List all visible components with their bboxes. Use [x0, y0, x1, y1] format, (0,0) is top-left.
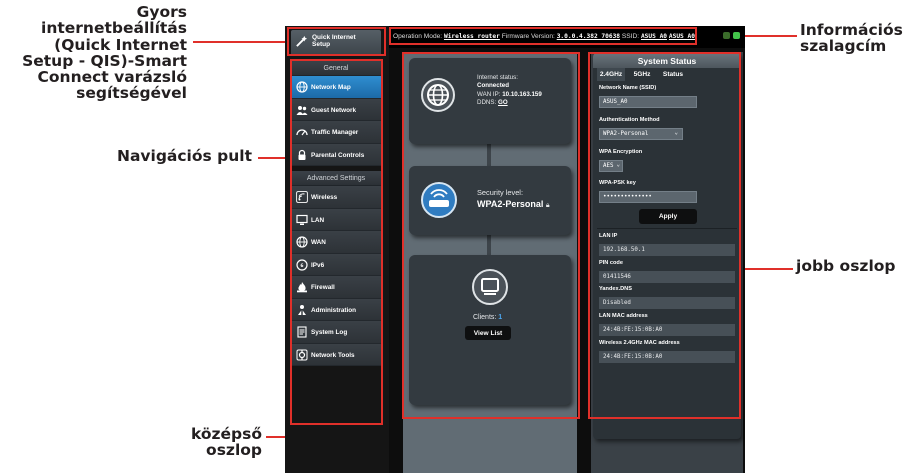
- annotation-info: Információs szalagcím: [800, 22, 903, 55]
- network-status-icon[interactable]: [733, 32, 740, 39]
- highlight-center-column: [402, 52, 580, 419]
- highlight-qis: [287, 27, 386, 56]
- annotation-center-line: oszlop: [206, 441, 262, 460]
- annotation-qis-line: Connect varázsló: [37, 68, 187, 87]
- leader-qis: [193, 41, 287, 43]
- highlight-info-banner: [389, 27, 697, 45]
- leader-nav: [258, 157, 288, 159]
- highlight-navigation: [290, 59, 383, 425]
- annotation-qis-line: segítségével: [76, 84, 187, 103]
- annotation-center-line: középső: [190, 425, 262, 443]
- annotation-qis-line: Gyors: [136, 3, 187, 21]
- usb-status-icon[interactable]: [723, 32, 730, 39]
- annotation-qis-line: Setup - QIS)-Smart: [22, 51, 187, 70]
- annotation-info-line: szalagcím: [800, 37, 887, 56]
- annotation-nav: Navigációs pult: [116, 147, 252, 165]
- annotation-right: jobb oszlop: [796, 257, 896, 275]
- annotation-qis-line: internetbeállítás: [41, 19, 187, 38]
- leader-right: [741, 268, 793, 270]
- annotation-info-line: Információs: [800, 21, 903, 39]
- annotation-center: középső oszlop: [191, 426, 262, 459]
- highlight-right-column: [588, 52, 741, 419]
- annotation-qis-line: (Quick Internet: [54, 35, 187, 54]
- annotation-qis: Gyors internetbeállítás (Quick Internet …: [22, 4, 187, 102]
